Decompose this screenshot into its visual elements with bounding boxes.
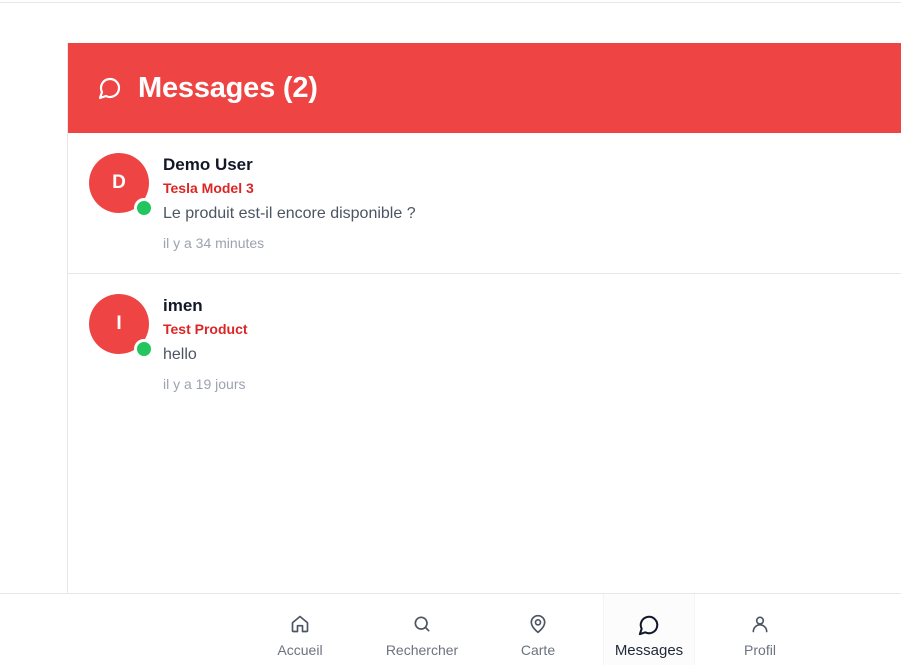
nav-label: Accueil — [277, 642, 323, 658]
bottom-navigation: Accueil Rechercher Carte Messages Profil — [0, 593, 901, 665]
nav-item-messages[interactable]: Messages — [603, 594, 695, 665]
conversation-user-name: Demo User — [163, 155, 253, 174]
conversation-timestamp: il y a 34 minutes — [163, 235, 265, 251]
nav-label: Carte — [520, 642, 556, 658]
nav-item-rechercher[interactable]: Rechercher — [376, 594, 468, 665]
conversation-product-name: Tesla Model 3 — [163, 180, 254, 196]
conversation-product-name: Test Product — [163, 321, 248, 337]
nav-label: Messages — [614, 642, 684, 659]
conversation-timestamp: il y a 19 jours — [163, 376, 246, 392]
messages-header: Messages (2) — [68, 43, 901, 133]
conversation-last-message: Le produit est-il encore disponible ? — [163, 205, 416, 222]
nav-item-profil[interactable]: Profil — [730, 594, 790, 665]
page-title: Messages (2) — [138, 71, 318, 104]
home-icon — [289, 614, 311, 636]
map-pin-icon — [527, 614, 549, 636]
messages-panel: Messages (2) D Demo User Tesla Model 3 L… — [67, 43, 901, 594]
nav-item-carte[interactable]: Carte — [508, 594, 568, 665]
conversation-user-name: imen — [163, 296, 203, 315]
online-indicator — [134, 339, 154, 359]
message-circle-icon — [638, 614, 660, 636]
message-circle-icon — [98, 76, 122, 100]
nav-item-accueil[interactable]: Accueil — [266, 594, 334, 665]
online-indicator — [134, 198, 154, 218]
conversation-item[interactable]: I imen Test Product hello il y a 19 jour… — [68, 274, 901, 415]
nav-label: Rechercher — [385, 642, 459, 658]
top-divider — [0, 0, 901, 3]
nav-label: Profil — [744, 642, 776, 658]
user-icon — [749, 614, 771, 636]
search-icon — [411, 614, 433, 636]
conversation-last-message: hello — [163, 346, 197, 363]
conversation-item[interactable]: D Demo User Tesla Model 3 Le produit est… — [68, 133, 901, 274]
